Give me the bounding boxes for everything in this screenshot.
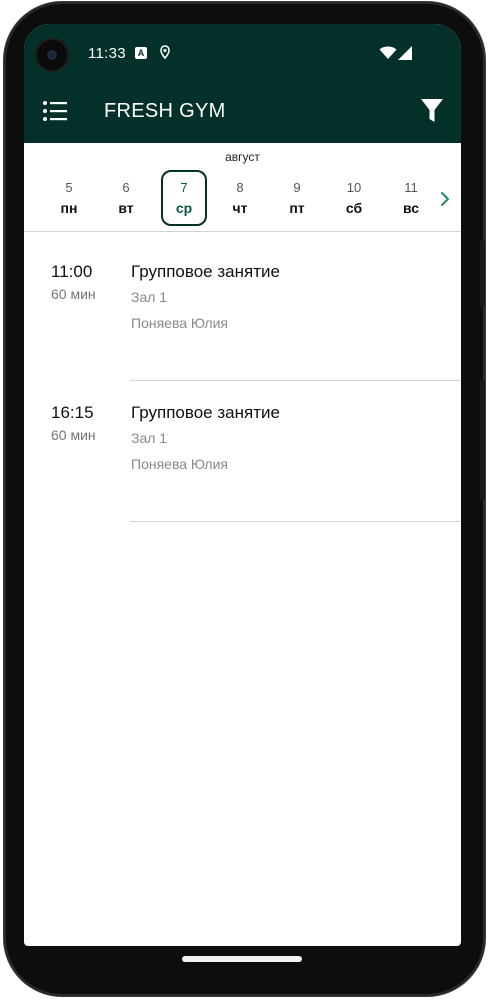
day-weekday: вс <box>402 200 420 216</box>
session-title: Групповое занятие <box>131 262 280 281</box>
session-item[interactable]: 11:00 60 мин Групповое занятие Зал 1 Пон… <box>24 262 461 402</box>
notification-a-icon: A <box>135 47 147 59</box>
session-title: Групповое занятие <box>131 403 280 422</box>
day-weekday: пт <box>289 200 305 216</box>
day-9[interactable]: 9 пт <box>274 170 320 226</box>
signal-icon <box>398 46 412 60</box>
day-weekday: вт <box>118 200 134 216</box>
day-10[interactable]: 10 сб <box>331 170 377 226</box>
wifi-icon <box>379 46 397 59</box>
app-bar: FRESH GYM <box>24 80 461 143</box>
session-time: 16:15 <box>51 403 94 422</box>
day-number: 10 <box>346 180 362 195</box>
week-strip: 5 пн 6 вт 7 ср 8 чт 9 пт 10 сб 11 вс <box>46 170 446 228</box>
navigation-bar <box>24 946 461 973</box>
screen: 11:33 A FRESH GYM август 5 пн 6 вт 7 ср … <box>24 24 461 946</box>
divider <box>24 231 461 232</box>
app-title: FRESH GYM <box>104 100 226 122</box>
status-time: 11:33 <box>88 45 126 62</box>
divider <box>130 380 461 381</box>
day-11[interactable]: 11 вс <box>388 170 434 226</box>
session-coach: Поняева Юлия <box>131 456 228 472</box>
location-icon <box>160 45 170 60</box>
session-time: 11:00 <box>51 262 93 281</box>
menu-icon[interactable] <box>42 100 68 122</box>
session-room: Зал 1 <box>131 430 168 446</box>
day-6[interactable]: 6 вт <box>103 170 149 226</box>
day-number: 9 <box>293 180 301 195</box>
day-7-selected[interactable]: 7 ср <box>161 170 207 226</box>
side-button <box>480 240 485 306</box>
month-label: август <box>225 150 260 164</box>
day-weekday: ср <box>175 200 193 216</box>
day-number: 7 <box>180 180 188 195</box>
day-8[interactable]: 8 чт <box>217 170 263 226</box>
day-number: 8 <box>236 180 244 195</box>
day-weekday: пн <box>60 200 78 216</box>
chevron-right-icon[interactable] <box>438 190 452 208</box>
day-number: 5 <box>65 180 73 195</box>
filter-icon[interactable] <box>420 98 444 124</box>
volume-button <box>480 380 485 500</box>
day-5[interactable]: 5 пн <box>46 170 92 226</box>
day-number: 11 <box>404 180 418 195</box>
home-indicator[interactable] <box>182 956 302 962</box>
camera-icon <box>37 40 67 70</box>
session-duration: 60 мин <box>51 286 96 302</box>
status-bar: 11:33 A <box>24 24 461 80</box>
session-coach: Поняева Юлия <box>131 315 228 331</box>
divider <box>130 521 461 522</box>
day-weekday: чт <box>232 200 248 216</box>
session-item[interactable]: 16:15 60 мин Групповое занятие Зал 1 Пон… <box>24 403 461 543</box>
session-room: Зал 1 <box>131 289 168 305</box>
session-duration: 60 мин <box>51 427 96 443</box>
day-number: 6 <box>122 180 130 195</box>
day-weekday: сб <box>345 200 363 216</box>
